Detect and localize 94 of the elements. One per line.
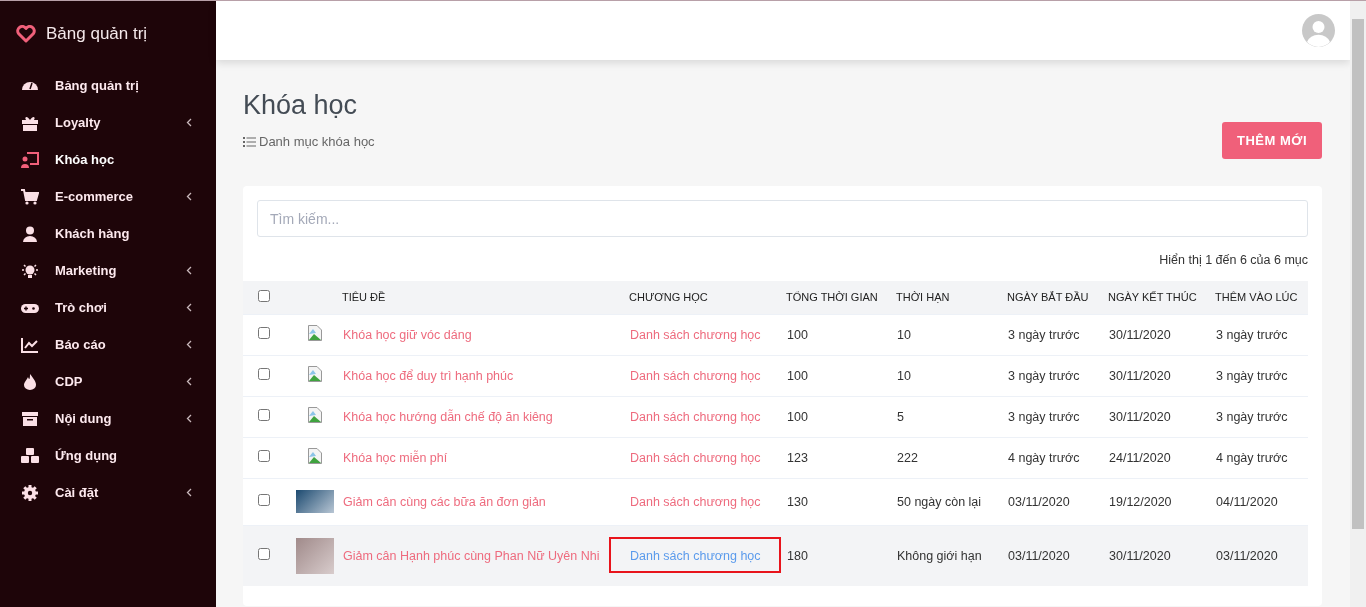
archive-icon [21, 410, 39, 427]
list-icon [243, 136, 256, 147]
table-cell: 3 ngày trước [1008, 409, 1080, 424]
table-cell: Không giới hạn [897, 548, 982, 563]
table-cell: 5 [897, 409, 904, 424]
table-cell: 50 ngày còn lại [897, 494, 982, 509]
table-cell: 19/12/2020 [1109, 494, 1172, 509]
table-cell: 04/11/2020 [1216, 494, 1278, 509]
row-checkbox[interactable] [258, 327, 270, 339]
table-cell: 123 [787, 450, 808, 465]
photo-placeholder [296, 490, 334, 513]
table-cell: 30/11/2020 [1109, 548, 1171, 563]
table-cell: 10 [897, 368, 911, 383]
broken-image-icon [308, 407, 322, 423]
table-cell: 30/11/2020 [1109, 327, 1171, 342]
gift-icon [21, 114, 39, 131]
row-checkbox[interactable] [258, 409, 270, 421]
table-cell: 03/11/2020 [1008, 494, 1070, 509]
sidebar-item[interactable]: Ứng dụng [0, 437, 216, 474]
chapter-list-link[interactable]: Danh sách chương học [630, 494, 761, 509]
course-title-link[interactable]: Giảm cân Hạnh phúc cùng Phan Nữ Uyên Nhi [343, 548, 600, 563]
column-header: THỜI HẠN [896, 291, 950, 304]
sidebar-item[interactable]: Trò chơi [0, 289, 216, 326]
chapter-list-link[interactable]: Danh sách chương học [630, 450, 761, 465]
column-header: THÊM VÀO LÚC [1215, 291, 1298, 304]
select-all-checkbox[interactable] [258, 290, 270, 303]
sidebar-item[interactable]: Bảng quản trị [0, 67, 216, 104]
course-title-link[interactable]: Khóa học để duy trì hạnh phúc [343, 368, 514, 383]
page-title: Khóa học [243, 90, 359, 121]
table-cell: 100 [787, 409, 808, 424]
breadcrumb-text: Danh mục khóa học [259, 134, 375, 149]
table-cell: 100 [787, 368, 808, 383]
sidebar-item[interactable]: Cài đặt [0, 474, 216, 511]
search-field[interactable]: Tìm kiếm... [257, 200, 1308, 237]
table-cell: 3 ngày trước [1008, 368, 1080, 383]
column-header: NGÀY KẾT THÚC [1108, 291, 1197, 304]
broken-image-icon [308, 366, 322, 382]
summary-text: Hiển thị 1 đến 6 của 6 mục [1158, 253, 1308, 267]
table-cell: 24/11/2020 [1109, 450, 1171, 465]
brand-title: Bảng quản trị [46, 24, 148, 44]
sidebar-item[interactable]: Marketing [0, 252, 216, 289]
table-cell: 10 [897, 327, 911, 342]
row-checkbox[interactable] [258, 368, 270, 380]
column-header: NGÀY BẮT ĐẦU [1007, 291, 1089, 304]
chapter-list-link[interactable]: Danh sách chương học [630, 368, 761, 383]
table-cell: 4 ngày trước [1008, 450, 1080, 465]
table-cell: 3 ngày trước [1216, 409, 1288, 424]
row-checkbox[interactable] [258, 494, 270, 506]
row-checkbox[interactable] [258, 450, 270, 462]
user-icon [21, 225, 39, 242]
chapter-list-link[interactable]: Danh sách chương học [630, 409, 761, 424]
sidebar-item[interactable]: Khách hàng [0, 215, 216, 252]
chapter-list-link[interactable]: Danh sách chương học [630, 327, 761, 342]
cubes-icon [21, 447, 39, 464]
photo-placeholder [296, 537, 334, 574]
course-title-link[interactable]: Giảm cân cùng các bữa ăn đơn giản [343, 494, 546, 509]
row-checkbox[interactable] [258, 548, 270, 560]
bulb-icon [21, 262, 39, 279]
scrollbar[interactable] [1350, 1, 1366, 607]
table-cell: 30/11/2020 [1109, 368, 1171, 383]
table-cell: 4 ngày trước [1216, 450, 1288, 465]
table-cell: 180 [787, 548, 808, 563]
sidebar-item[interactable]: Khóa học [0, 141, 216, 178]
broken-image-icon [308, 325, 322, 341]
sidebar-item[interactable]: CDP [0, 363, 216, 400]
gear-icon [21, 484, 39, 501]
fire-icon [21, 373, 39, 390]
broken-image-icon [308, 448, 322, 464]
chart-icon [21, 336, 39, 353]
add-new-button[interactable]: THÊM MỚI [1222, 122, 1322, 159]
table-cell: 30/11/2020 [1109, 409, 1171, 424]
sidebar-item[interactable]: Báo cáo [0, 326, 216, 363]
table-cell: 3 ngày trước [1008, 327, 1080, 342]
table-cell: 03/11/2020 [1008, 548, 1070, 563]
sidebar-item[interactable]: Loyalty [0, 104, 216, 141]
column-header: TIÊU ĐỀ [342, 291, 386, 304]
table-cell: 03/11/2020 [1216, 548, 1278, 563]
sidebar-item[interactable]: E-commerce [0, 178, 216, 215]
gauge-icon [21, 80, 39, 91]
course-title-link[interactable]: Khóa học giữ vóc dáng [343, 327, 472, 342]
course-title-link[interactable]: Khóa học miễn phí [343, 450, 448, 465]
column-header: CHƯƠNG HỌC [629, 291, 708, 304]
chapter-list-link[interactable]: Danh sách chương học [630, 548, 761, 563]
table-cell: 3 ngày trước [1216, 368, 1288, 383]
course-title-link[interactable]: Khóa học hướng dẫn chế độ ăn kiêng [343, 409, 553, 424]
heart-icon [16, 25, 36, 43]
table-cell: 3 ngày trước [1216, 327, 1288, 342]
cart-icon [21, 188, 39, 205]
table-cell: 130 [787, 494, 808, 509]
table-cell: 222 [897, 450, 918, 465]
column-header: TỔNG THỜI GIAN [786, 291, 878, 304]
sidebar-item[interactable]: Nội dung [0, 400, 216, 437]
table-cell: 100 [787, 327, 808, 342]
teacher-icon [21, 151, 39, 168]
